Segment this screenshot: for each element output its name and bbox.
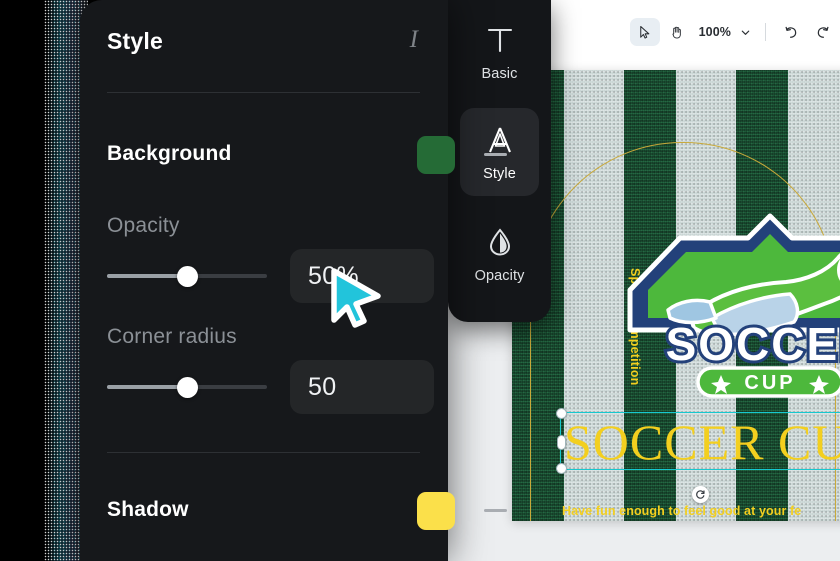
hand-tool-button[interactable] <box>662 18 692 46</box>
style-panel: Style I Background Opacity 50% Corner ra… <box>80 0 507 561</box>
redo-button[interactable] <box>808 18 838 46</box>
poster-tagline-text: Have fun enough to feel good at your fe <box>562 504 802 518</box>
left-edge-artifact <box>0 0 88 561</box>
panel-title: Style <box>107 28 163 54</box>
corner-radius-slider-fill <box>107 385 187 389</box>
opacity-slider-thumb[interactable] <box>176 266 198 287</box>
logo-soccer-text: SOCCER <box>666 318 840 370</box>
soccer-cup-logo: SOCCER CUP <box>620 198 840 398</box>
rail-label-style: Style <box>483 165 516 182</box>
panel-divider-bottom <box>107 452 420 453</box>
background-color-swatch[interactable] <box>417 136 455 174</box>
opacity-slider[interactable] <box>107 266 267 287</box>
toolbar-divider <box>765 23 766 41</box>
selection-handle-middle-left[interactable] <box>557 435 566 450</box>
zoom-dropdown-button[interactable] <box>740 27 751 38</box>
undo-icon <box>785 26 797 38</box>
shadow-color-swatch[interactable] <box>417 492 455 530</box>
redo-icon <box>817 26 829 38</box>
letter-a-style-icon <box>488 127 511 152</box>
panel-divider-top <box>107 92 420 93</box>
shadow-label: Shadow <box>107 498 189 521</box>
rail-item-opacity[interactable]: Opacity <box>460 210 539 298</box>
hand-icon <box>672 26 681 38</box>
rail-item-style[interactable]: Style <box>460 108 539 196</box>
corner-radius-value-text: 50 <box>308 372 337 401</box>
mouse-cursor <box>330 268 388 335</box>
selection-handle-bottom-left[interactable] <box>556 463 567 474</box>
corner-radius-value-field[interactable]: 50 <box>290 360 434 414</box>
undo-button[interactable] <box>776 18 806 46</box>
shadow-remove-button[interactable] <box>484 509 507 512</box>
logo-cup-text: CUP <box>744 372 795 394</box>
soccer-cup-logo-icon: SOCCER CUP <box>627 213 840 398</box>
selection-bounding-box[interactable] <box>556 408 840 474</box>
tool-rail: Basic Style Opacity <box>448 0 551 322</box>
corner-radius-label: Corner radius <box>107 325 237 348</box>
text-basic-icon <box>487 28 512 52</box>
italic-icon[interactable]: I <box>410 26 418 54</box>
rail-label-basic: Basic <box>481 65 518 82</box>
background-remove-button[interactable] <box>484 153 507 156</box>
zoom-level-label[interactable]: 100% <box>699 25 731 39</box>
opacity-slider-fill <box>107 274 187 278</box>
select-arrow-icon <box>640 25 650 39</box>
poster-design[interactable]: Sports competition <box>512 70 840 521</box>
droplet-opacity-icon <box>489 227 510 256</box>
toolbar-tool-group: 100% <box>629 18 840 46</box>
rail-label-opacity: Opacity <box>474 267 525 284</box>
selection-handle-top-left[interactable] <box>556 408 567 419</box>
left-edge-noise-cyan <box>52 0 82 561</box>
arrow-pointer-icon <box>331 268 381 328</box>
opacity-label: Opacity <box>107 214 180 237</box>
app-window: 100% competition SOCCE CUP SOCCER CU Hav… <box>0 0 840 561</box>
rotate-handle[interactable] <box>692 486 709 503</box>
rotate-icon <box>696 490 705 499</box>
chevron-down-icon <box>741 30 750 35</box>
select-tool-button[interactable] <box>629 18 660 46</box>
background-label: Background <box>107 142 232 165</box>
corner-radius-slider[interactable] <box>107 377 267 398</box>
corner-radius-slider-thumb[interactable] <box>176 377 198 398</box>
rail-item-basic[interactable]: Basic <box>460 8 539 96</box>
